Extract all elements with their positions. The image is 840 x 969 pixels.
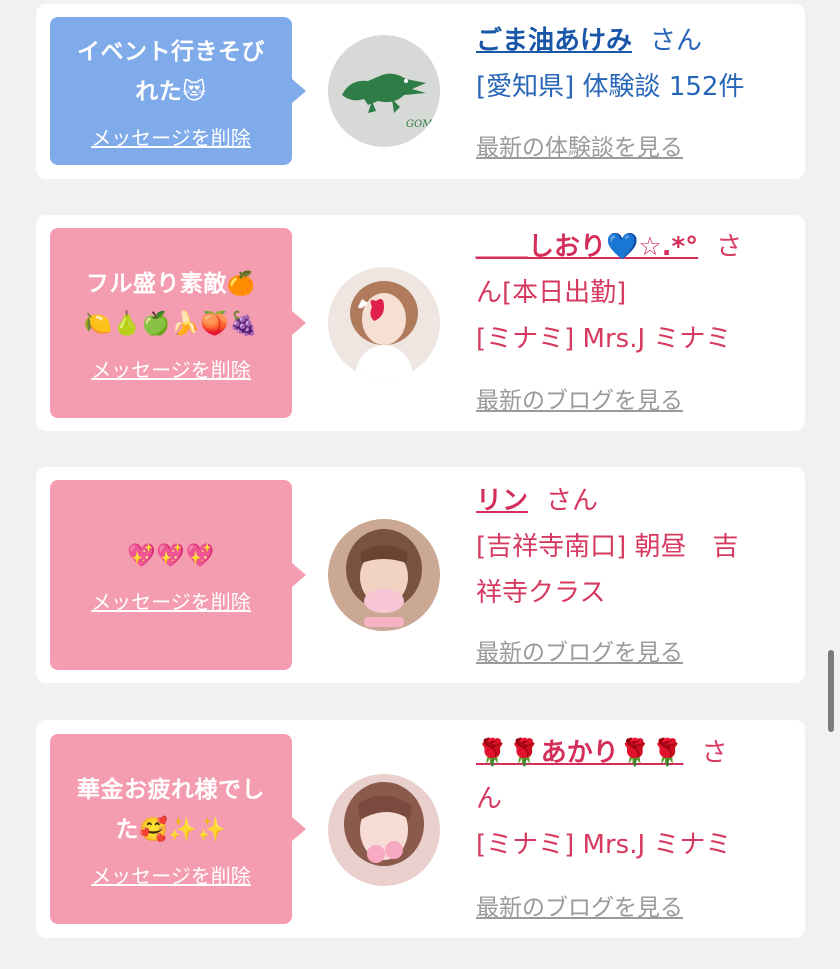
message-bubble: 華金お疲れ様でし た🥰✨✨ メッセージを削除 (50, 734, 306, 924)
message-bubble: 💖💖💖 メッセージを削除 (50, 480, 306, 670)
message-card: フル盛り素敵🍊 🍋🍐🍏🍌🍑🍇 メッセージを削除 ＿＿しおり💙☆.*° さ ん[本日… (36, 215, 805, 431)
delete-message-link[interactable]: メッセージを削除 (91, 586, 251, 615)
user-details: [吉祥寺南口] 朝昼 吉 (476, 532, 739, 562)
user-name-link[interactable]: ごま油あけみ (476, 26, 632, 56)
message-bubble: イベント行きそび れた😻 メッセージを削除 (50, 17, 306, 165)
user-details: ん (476, 784, 503, 814)
latest-blog-link[interactable]: 最新のブログを見る (476, 381, 683, 415)
latest-blog-link[interactable]: 最新のブログを見る (476, 633, 683, 667)
message-text: 華金お疲れ様でし た🥰✨✨ (77, 776, 265, 843)
svg-text:GOMA: GOMA (406, 119, 440, 130)
woman-photo-icon (328, 519, 440, 631)
delete-message-link[interactable]: メッセージを削除 (91, 860, 251, 889)
user-details: [ミナミ] Mrs.J ミナミ (476, 324, 732, 354)
delete-message-link[interactable]: メッセージを削除 (91, 122, 251, 151)
scrollbar[interactable] (828, 650, 834, 732)
delete-message-link[interactable]: メッセージを削除 (91, 354, 251, 383)
user-info: ＿＿しおり💙☆.*° さ ん[本日出勤] [ミナミ] Mrs.J ミナミ (476, 224, 785, 362)
user-details: ん[本日出勤] (476, 278, 627, 308)
user-info: リン さん [吉祥寺南口] 朝昼 吉 祥寺クラス (476, 478, 785, 616)
user-info: 🌹🌹あかり🌹🌹 さ ん [ミナミ] Mrs.J ミナミ (476, 730, 785, 868)
user-info: ごま油あけみ さん [愛知県] 体験談 152件 (476, 18, 785, 110)
honorific: さ (701, 738, 728, 768)
honorific: さん (650, 26, 703, 56)
message-text: 💖💖💖 (127, 542, 215, 569)
latest-blog-link[interactable]: 最新のブログを見る (476, 888, 683, 922)
message-text: イベント行きそび れた😻 (77, 38, 265, 105)
user-details: 祥寺クラス (476, 578, 606, 608)
message-card: イベント行きそび れた😻 メッセージを削除 GOMA ごま油あけみ さん [愛知県… (36, 4, 805, 179)
woman-photo-icon (328, 267, 440, 379)
woman-photo-icon (328, 774, 440, 886)
crocodile-logo-icon: GOMA (328, 35, 440, 147)
user-details: [愛知県] 体験談 152件 (476, 72, 745, 102)
avatar[interactable]: GOMA (328, 35, 440, 147)
message-bubble: フル盛り素敵🍊 🍋🍐🍏🍌🍑🍇 メッセージを削除 (50, 228, 306, 418)
user-name-link[interactable]: ＿＿しおり💙☆.*° (476, 232, 698, 262)
avatar[interactable] (328, 267, 440, 379)
latest-reviews-link[interactable]: 最新の体験談を見る (476, 128, 683, 162)
avatar[interactable] (328, 774, 440, 886)
message-card: 💖💖💖 メッセージを削除 リン さん [吉祥寺南口] 朝昼 吉 祥寺クラス 最新の… (36, 467, 805, 683)
avatar[interactable] (328, 519, 440, 631)
honorific: さ (716, 232, 743, 262)
message-text: フル盛り素敵🍊 🍋🍐🍏🍌🍑🍇 (83, 270, 259, 337)
user-details: [ミナミ] Mrs.J ミナミ (476, 830, 732, 860)
honorific: さん (546, 486, 599, 516)
user-name-link[interactable]: リン (476, 486, 528, 516)
message-card: 華金お疲れ様でし た🥰✨✨ メッセージを削除 🌹🌹あかり🌹🌹 さ ん [ミナミ] … (36, 720, 805, 938)
user-name-link[interactable]: 🌹🌹あかり🌹🌹 (476, 738, 684, 768)
